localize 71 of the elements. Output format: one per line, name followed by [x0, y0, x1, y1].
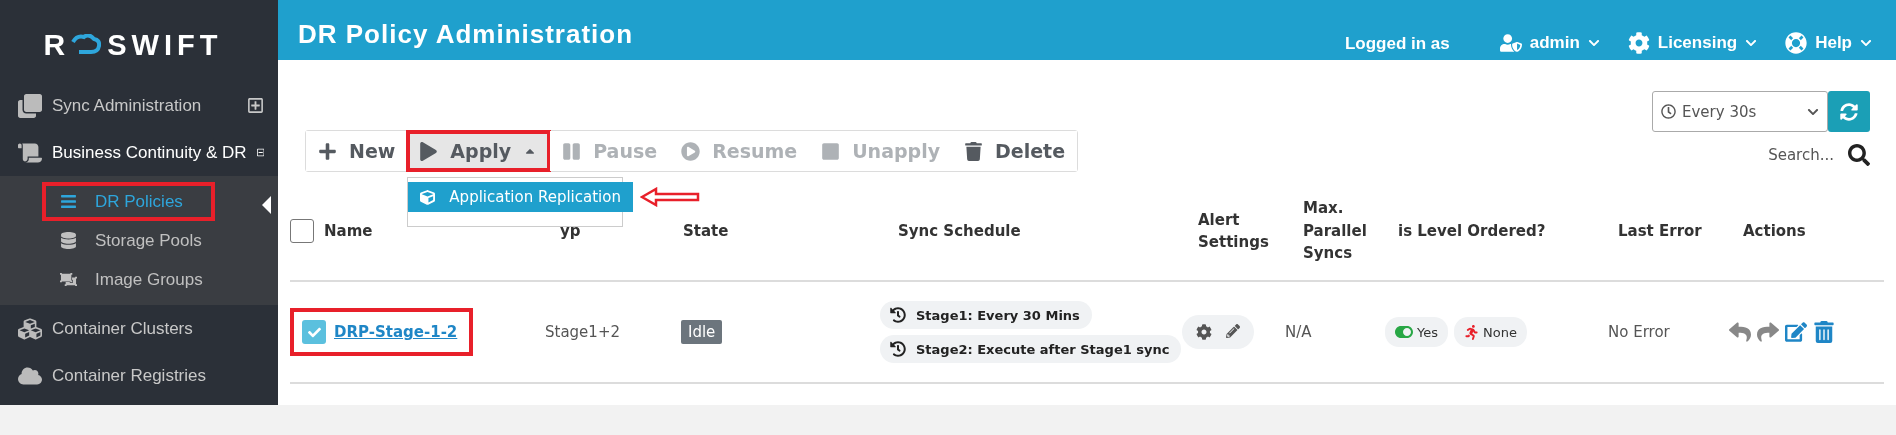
- history-icon: [890, 341, 906, 357]
- image-group-icon: [60, 271, 77, 288]
- state-badge: Idle: [681, 320, 723, 344]
- history-icon: [890, 307, 906, 323]
- schedule-pill: Stage2: Execute after Stage1 sync: [880, 335, 1182, 363]
- sidebar-item[interactable]: Sync Administration: [0, 82, 278, 129]
- page-title: DR Policy Administration: [298, 19, 635, 50]
- copy-icon: [18, 93, 42, 118]
- sidebar-item[interactable]: Container Registries: [0, 352, 278, 399]
- column-header: Alert Settings: [1198, 209, 1270, 253]
- sidebar-subitem[interactable]: Storage Pools: [42, 221, 278, 260]
- redo-icon[interactable]: [1757, 321, 1779, 343]
- row-checkbox[interactable]: [302, 320, 326, 344]
- toolbar-button[interactable]: Apply: [407, 131, 551, 171]
- sidebar-subitem[interactable]: Image Groups: [42, 260, 278, 299]
- column-header: Name: [324, 220, 373, 242]
- policy-link[interactable]: DRP-Stage-1-2: [334, 323, 458, 341]
- chevron-down-icon: [1587, 37, 1600, 49]
- undo-icon[interactable]: [1729, 321, 1751, 343]
- menu-item[interactable]: Application Replication: [408, 182, 633, 212]
- column-header: is Level Ordered?: [1398, 220, 1546, 242]
- header-menu[interactable]: admin: [1499, 32, 1600, 54]
- column-header: Last Error: [1618, 220, 1702, 242]
- column-header: State: [683, 220, 729, 242]
- column-header: Actions: [1743, 220, 1806, 242]
- header-menu[interactable]: Help: [1785, 32, 1872, 54]
- refresh-icon: [1840, 102, 1858, 121]
- column-header: Max. Parallel Syncs: [1303, 198, 1368, 265]
- table-cell: No Error: [1608, 323, 1670, 341]
- select-all-checkbox[interactable]: [290, 219, 314, 243]
- chevron-down-icon: [1745, 37, 1758, 49]
- logo-name: SWIFT: [107, 28, 223, 62]
- alert-settings-pill[interactable]: [1182, 315, 1254, 349]
- help-icon: [1785, 32, 1808, 54]
- pause-icon: [562, 141, 582, 161]
- cloud-logo-icon: [71, 34, 102, 56]
- scroll-gear-icon: [18, 140, 42, 165]
- settings-icon: [1627, 32, 1650, 54]
- table-cell: Stage1+2: [545, 323, 620, 341]
- pencil-icon: [1226, 324, 1240, 338]
- play-icon: [419, 141, 439, 161]
- schedule-pill: Stage1: Every 30 Mins: [880, 301, 1092, 329]
- database-icon: [60, 232, 77, 249]
- sidebar-item[interactable]: Business Continuity & DR: [0, 129, 278, 176]
- square-icon: [821, 141, 841, 161]
- refresh-interval-select[interactable]: Every 30s: [1652, 91, 1828, 132]
- user-icon: [1499, 32, 1522, 54]
- clock-icon: [1661, 104, 1676, 119]
- check-icon: [307, 325, 321, 339]
- login-label: Logged in as: [1344, 34, 1450, 54]
- column-header: Sync Schedule: [898, 220, 1021, 242]
- trash-icon: [964, 141, 984, 161]
- expand-icon[interactable]: [247, 97, 264, 114]
- table-cell: N/A: [1285, 323, 1312, 341]
- level-ordered-pill: Yes: [1385, 317, 1448, 347]
- settings-icon: [1196, 324, 1212, 340]
- order-mode-pill: None: [1454, 317, 1527, 347]
- search-icon[interactable]: [1848, 144, 1870, 166]
- logo-letter: R: [43, 28, 66, 62]
- header-menu[interactable]: Licensing: [1627, 32, 1758, 54]
- running-figure-icon: [1464, 324, 1479, 340]
- chevron-down-icon: [1860, 37, 1872, 49]
- plus-icon: [318, 141, 337, 161]
- column-header: yp: [560, 220, 581, 242]
- cube-icon: [18, 316, 42, 341]
- refresh-button[interactable]: [1828, 91, 1870, 132]
- list-icon: [60, 193, 77, 210]
- trash-icon[interactable]: [1813, 321, 1835, 343]
- cube-icon: [420, 189, 436, 205]
- edit-icon[interactable]: [1785, 321, 1807, 343]
- sidebar-item[interactable]: Container Clusters: [0, 305, 278, 352]
